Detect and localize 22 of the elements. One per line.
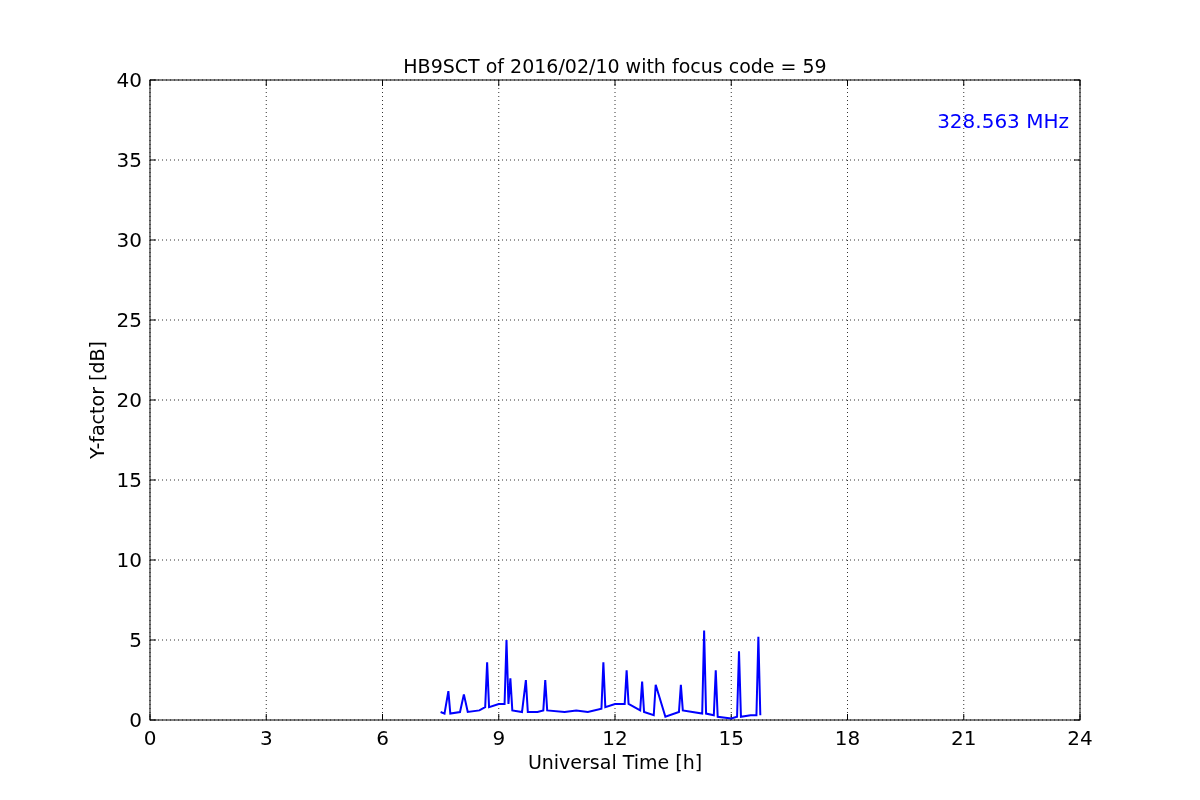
x-tick-label: 15 xyxy=(718,726,744,750)
x-tick-label: 12 xyxy=(602,726,628,750)
x-tick-label: 21 xyxy=(951,726,977,750)
x-tick-label: 24 xyxy=(1067,726,1093,750)
x-tick-label: 0 xyxy=(143,726,157,750)
frequency-annotation: 328.563 MHz xyxy=(937,109,1069,133)
y-tick-label: 10 xyxy=(116,548,142,572)
y-tick-label: 35 xyxy=(116,148,142,172)
y-tick-label: 30 xyxy=(116,228,142,252)
x-axis-label: Universal Time [h] xyxy=(527,751,703,773)
y-tick-label: 5 xyxy=(129,628,142,652)
y-axis-label: Y-factor [dB] xyxy=(86,341,108,459)
x-tick-label: 6 xyxy=(376,726,389,750)
x-tick-label: 18 xyxy=(834,726,861,750)
y-tick-label: 25 xyxy=(116,308,142,332)
y-tick-label: 15 xyxy=(116,468,142,492)
x-tick-label: 9 xyxy=(492,726,506,750)
chart-title: HB9SCT of 2016/02/10 with focus code = 59 xyxy=(403,55,827,77)
y-tick-label: 20 xyxy=(116,388,142,412)
x-tick-label: 3 xyxy=(259,726,273,750)
y-tick-label: 0 xyxy=(129,708,142,732)
y-tick-label: 40 xyxy=(116,68,142,92)
